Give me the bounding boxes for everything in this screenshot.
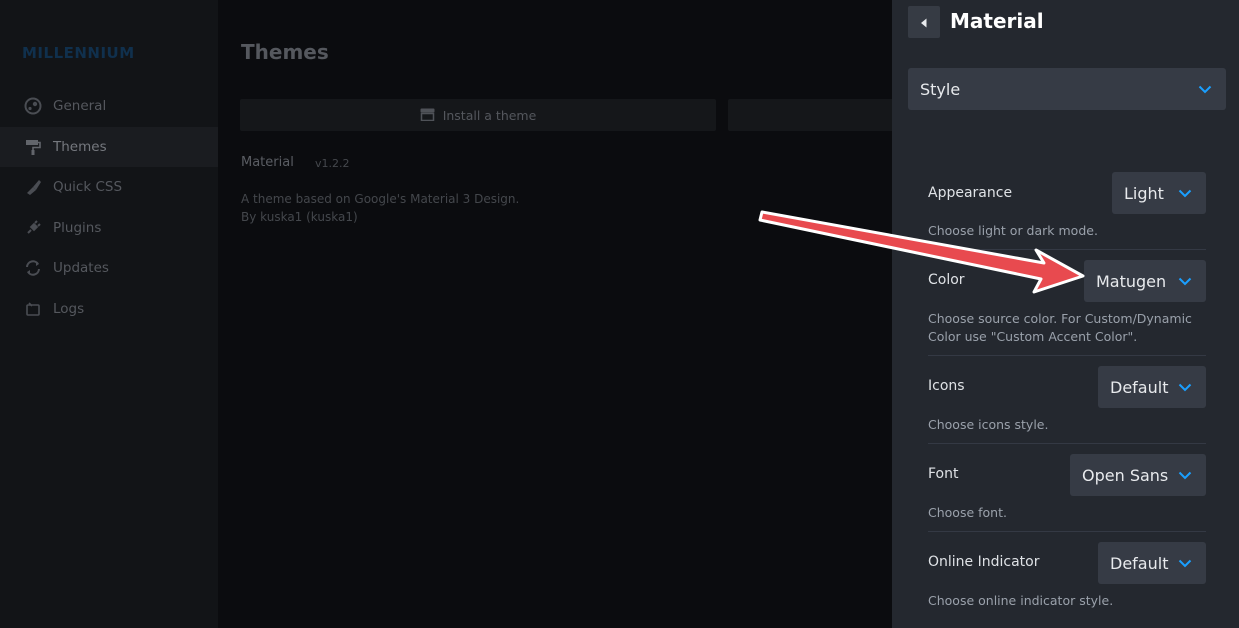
setting-label: Color [928, 272, 965, 288]
panel-title: Material [950, 9, 1044, 33]
dropdown-value: Open Sans [1082, 465, 1169, 485]
sidebar-item-label: Plugins [53, 219, 102, 236]
setting-label: Online Indicator [928, 554, 1040, 570]
chevron-down-icon [1178, 380, 1192, 394]
settings-list: Appearance Light Choose light or dark mo… [928, 170, 1206, 620]
install-theme-label: Install a theme [442, 107, 537, 123]
setting-description: Choose online indicator style. [928, 593, 1114, 608]
setting-appearance: Appearance Light Choose light or dark mo… [928, 170, 1206, 250]
secondary-button[interactable] [728, 99, 898, 131]
setting-online-indicator: Online Indicator Default Choose online i… [928, 532, 1206, 620]
paint-roller-icon [24, 138, 42, 156]
setting-description: Choose source color. For Custom/Dynamic … [928, 311, 1192, 344]
dropdown-value: Default [1110, 553, 1169, 573]
chevron-down-icon [1178, 556, 1192, 570]
sidebar-item-plugins[interactable]: Plugins [0, 208, 218, 249]
sidebar-item-general[interactable]: General [0, 86, 218, 127]
caret-left-icon [920, 13, 928, 32]
theme-settings-panel: Material Style Appearance Light Choose l… [892, 0, 1239, 628]
sidebar: MILLENNIUM General Themes Quick CSS Plug… [0, 0, 218, 628]
brush-icon [24, 178, 42, 196]
color-dropdown[interactable]: Matugen [1084, 260, 1206, 302]
theme-description: A theme based on Google's Material 3 Des… [241, 192, 520, 206]
steam-icon [24, 97, 42, 115]
brand-logo: MILLENNIUM [22, 44, 135, 62]
plug-icon [24, 219, 42, 237]
setting-label: Appearance [928, 185, 1013, 201]
sidebar-item-themes[interactable]: Themes [0, 126, 218, 167]
setting-label: Icons [928, 378, 965, 394]
chevron-down-icon [1178, 468, 1192, 482]
page-title: Themes [241, 40, 329, 64]
theme-name: Material [241, 155, 294, 170]
dropdown-value: Light [1124, 183, 1164, 203]
sidebar-nav: General Themes Quick CSS Plugins Updates… [0, 86, 218, 329]
setting-description: Choose font. [928, 505, 1007, 520]
sidebar-item-updates[interactable]: Updates [0, 248, 218, 289]
panel-header: Material [892, 0, 1239, 46]
online-indicator-dropdown[interactable]: Default [1098, 542, 1206, 584]
sidebar-item-label: Updates [53, 260, 109, 277]
font-dropdown[interactable]: Open Sans [1070, 454, 1206, 496]
dropdown-value: Matugen [1096, 271, 1167, 291]
log-icon [24, 300, 42, 318]
sidebar-item-quick-css[interactable]: Quick CSS [0, 167, 218, 208]
main-content: Themes Install a theme Material v1.2.2 A… [218, 0, 898, 628]
back-button[interactable] [908, 6, 940, 38]
sidebar-item-label: General [53, 98, 107, 115]
setting-label: Font [928, 466, 959, 482]
chevron-down-icon [1198, 82, 1212, 96]
install-theme-button[interactable]: Install a theme [240, 99, 716, 131]
setting-icons: Icons Default Choose icons style. [928, 356, 1206, 444]
section-dropdown[interactable]: Style [908, 68, 1226, 110]
theme-version: v1.2.2 [315, 157, 350, 170]
refresh-icon [24, 259, 42, 277]
appearance-dropdown[interactable]: Light [1112, 172, 1206, 214]
theme-author: By kuska1 (kuska1) [241, 210, 358, 224]
dropdown-value: Default [1110, 377, 1169, 397]
setting-description: Choose light or dark mode. [928, 223, 1098, 238]
store-icon [420, 106, 435, 125]
sidebar-item-logs[interactable]: Logs [0, 289, 218, 330]
chevron-down-icon [1178, 274, 1192, 288]
icons-dropdown[interactable]: Default [1098, 366, 1206, 408]
sidebar-item-label: Quick CSS [53, 179, 123, 196]
setting-color: Color Matugen Choose source color. For C… [928, 250, 1206, 356]
setting-description: Choose icons style. [928, 417, 1049, 432]
sidebar-item-label: Themes [53, 138, 107, 155]
chevron-down-icon [1178, 186, 1192, 200]
sidebar-item-label: Logs [53, 300, 85, 317]
setting-font: Font Open Sans Choose font. [928, 444, 1206, 532]
section-dropdown-value: Style [920, 79, 961, 99]
screen: MILLENNIUM General Themes Quick CSS Plug… [0, 0, 1239, 628]
